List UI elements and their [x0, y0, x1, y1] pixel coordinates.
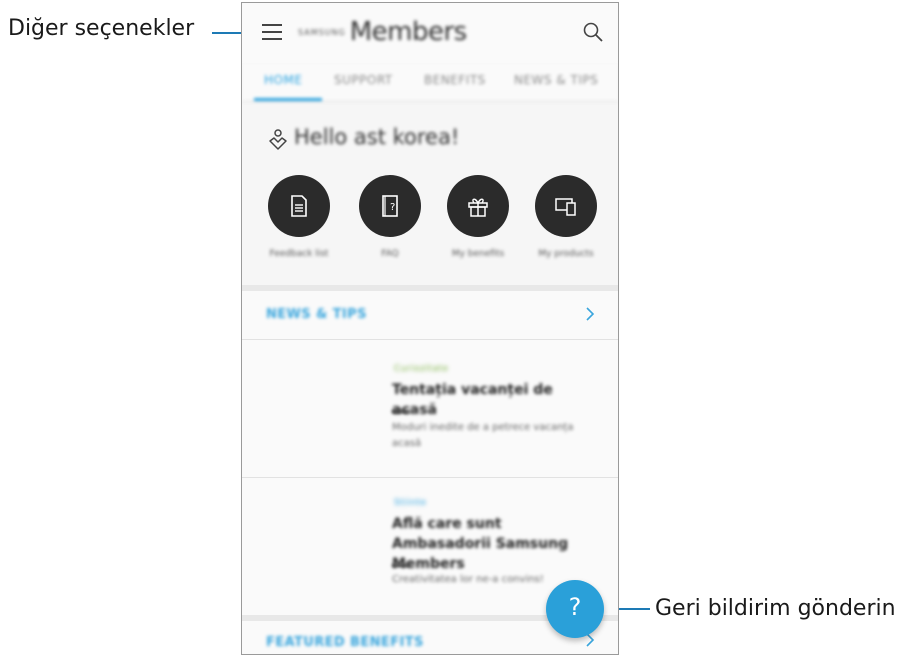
- featured-benefits-title: FEATURED BENEFITS: [266, 635, 424, 650]
- products-circle: [535, 175, 597, 237]
- brand-small: SAMSUNG: [298, 28, 346, 37]
- active-tab-indicator: [254, 98, 322, 101]
- svg-text:?: ?: [390, 202, 395, 213]
- article-title: Tentația vacanței de acasă: [392, 382, 553, 418]
- search-icon[interactable]: [582, 21, 604, 43]
- devices-icon: [555, 198, 576, 216]
- tab-news-tips[interactable]: NEWS & TIPS: [514, 73, 598, 87]
- article-title: Află care sunt Ambasadorii Samsung Membe…: [392, 516, 569, 572]
- shortcut-my-products[interactable]: My products: [521, 175, 611, 259]
- callout-more-options: Diğer seçenekler: [8, 16, 195, 41]
- shortcut-label: FAQ: [381, 249, 399, 259]
- chevron-right-icon: [586, 307, 595, 321]
- app-logo: SAMSUNG Members: [298, 17, 467, 47]
- greeting-text: Hello ast korea!: [294, 125, 460, 149]
- heart-person-icon: [269, 129, 287, 150]
- question-icon: ?: [568, 593, 582, 621]
- article-divider: [392, 564, 410, 567]
- feedback-circle: [268, 175, 330, 237]
- shortcut-faq[interactable]: ? FAQ: [345, 175, 435, 259]
- article-description: Moduri inedite de a petrece vacanța acas…: [392, 422, 574, 449]
- callout-send-feedback: Geri bildirim gönderin: [655, 596, 896, 621]
- phone-screen: SAMSUNG Members HOME SUPPORT BENEFITS NEW…: [241, 2, 619, 655]
- news-tips-title: NEWS & TIPS: [266, 307, 367, 322]
- news-tips-header[interactable]: NEWS & TIPS: [242, 291, 618, 339]
- tab-home[interactable]: HOME: [264, 73, 302, 87]
- article-tag: Curiozitate: [394, 364, 449, 374]
- article-card[interactable]: Curiozitate Tentația vacanței de acasă M…: [242, 339, 618, 478]
- brand-name: Members: [349, 17, 468, 47]
- tab-bar: HOME SUPPORT BENEFITS NEWS & TIPS: [242, 63, 618, 102]
- document-icon: [291, 195, 307, 217]
- tab-benefits[interactable]: BENEFITS: [424, 73, 486, 87]
- menu-icon[interactable]: [262, 24, 282, 40]
- faq-book-icon: ?: [382, 195, 398, 217]
- benefits-circle: [447, 175, 509, 237]
- article-divider: [392, 410, 410, 413]
- app-bar: SAMSUNG Members: [242, 3, 618, 63]
- shortcut-label: My products: [538, 249, 594, 259]
- shortcut-label: Feedback list: [269, 249, 329, 259]
- shortcut-feedback-list[interactable]: Feedback list: [254, 175, 344, 259]
- shortcut-my-benefits[interactable]: My benefits: [433, 175, 523, 259]
- article-tag: Stiinte: [394, 498, 427, 508]
- faq-circle: ?: [359, 175, 421, 237]
- gift-icon: [468, 198, 488, 217]
- shortcut-label: My benefits: [451, 249, 505, 259]
- tab-support[interactable]: SUPPORT: [334, 73, 393, 87]
- send-feedback-button[interactable]: ?: [546, 580, 604, 638]
